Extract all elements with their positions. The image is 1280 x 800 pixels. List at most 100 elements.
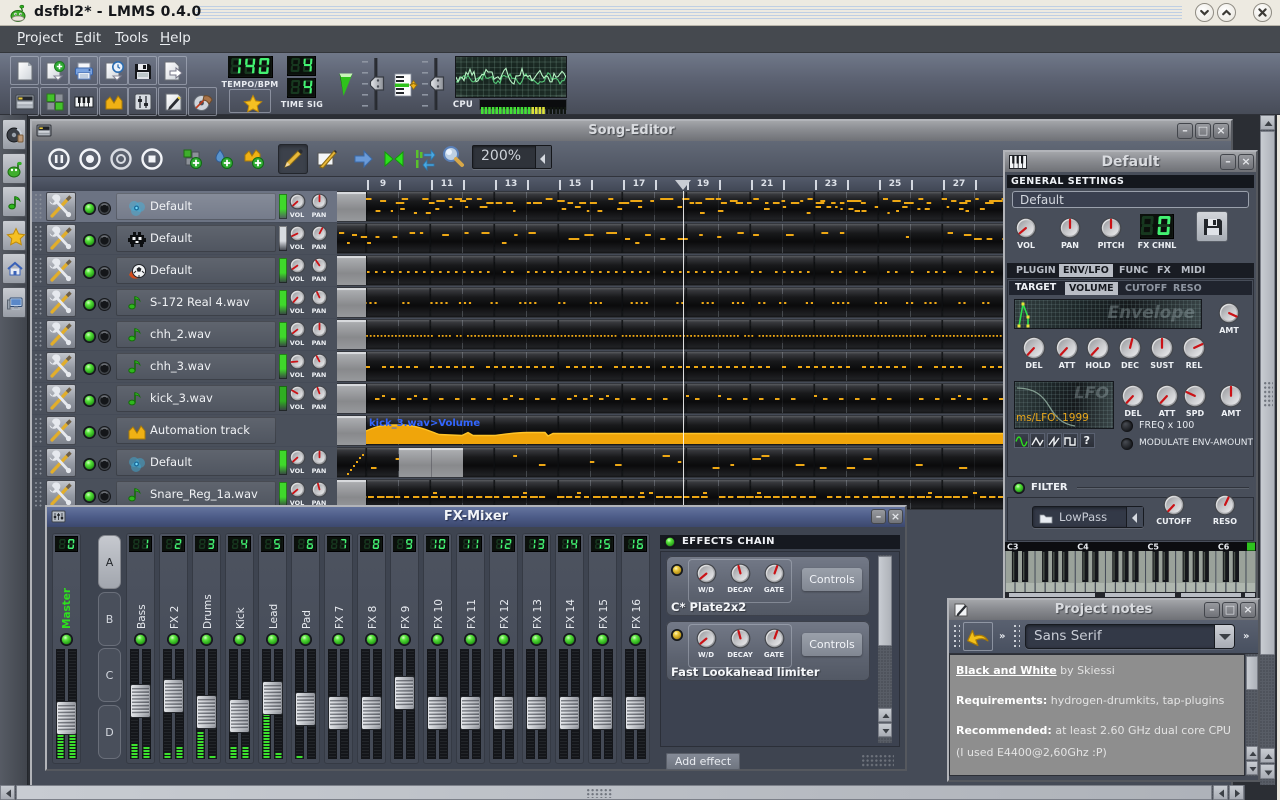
effect-enable-led[interactable]	[671, 564, 683, 576]
record-button[interactable]	[75, 144, 105, 174]
workspace-vscrollbar[interactable]	[1260, 115, 1275, 785]
mixer-bank-b[interactable]: B	[98, 591, 121, 646]
se-minimize-button[interactable]: –	[1177, 123, 1193, 139]
filter-led[interactable]	[1013, 482, 1025, 494]
envelope-graph[interactable]: Envelope	[1014, 299, 1202, 329]
lfo-shape-custom-button[interactable]: ?	[1079, 433, 1095, 448]
effect-slot[interactable]: W/D DECAY GATE Controls C* Plate2x2	[666, 556, 870, 616]
menu-project[interactable]: Project	[17, 30, 63, 46]
channel-led[interactable]	[200, 633, 213, 646]
edit-mode-button[interactable]	[312, 144, 342, 174]
play-button[interactable]	[44, 144, 74, 174]
toolbar-handle[interactable]	[953, 624, 960, 650]
filter-cutoff-knob[interactable]	[1163, 494, 1185, 516]
automation-editor-toggle-button[interactable]	[98, 87, 128, 116]
effect-controls-button[interactable]: Controls	[802, 633, 862, 656]
sidebar-instrument-plugins-button[interactable]	[2, 119, 26, 150]
track-mute-led[interactable]	[83, 296, 96, 315]
song-editor-toggle-button[interactable]	[10, 87, 39, 116]
mixer-channel-11[interactable]: FX 11	[456, 533, 485, 764]
track-name-box[interactable]: Default	[116, 193, 276, 220]
target-reso[interactable]: RESO	[1169, 282, 1206, 295]
track-grip[interactable]	[34, 385, 43, 412]
lfo-shape-triangle-button[interactable]	[1030, 433, 1046, 448]
track-name-box[interactable]: chh_3.wav	[116, 353, 276, 380]
track-solo-knob[interactable]	[98, 456, 111, 475]
track-solo-knob[interactable]	[98, 232, 111, 251]
add-sample-track-button[interactable]	[209, 144, 239, 174]
jump-playhead-button[interactable]	[348, 144, 378, 174]
project-notes-toggle-button[interactable]	[158, 87, 187, 116]
tab-fx[interactable]: FX	[1153, 264, 1175, 277]
track-grip[interactable]	[34, 481, 43, 508]
track-solo-knob[interactable]	[98, 424, 111, 443]
hscroll-left-button[interactable]	[0, 785, 15, 800]
channel-fader[interactable]	[163, 678, 184, 713]
track-solo-knob[interactable]	[98, 200, 111, 219]
mixer-channel-15[interactable]: FX 15	[588, 533, 617, 764]
track-actions-button[interactable]	[46, 256, 76, 285]
lfo-spd-knob[interactable]	[1183, 384, 1207, 408]
channel-led[interactable]	[233, 633, 246, 646]
channel-fader[interactable]	[262, 680, 283, 715]
track-io-button[interactable]	[410, 144, 440, 174]
channel-led[interactable]	[332, 633, 345, 646]
oscilloscope[interactable]	[455, 56, 567, 98]
track-actions-button[interactable]	[46, 320, 76, 349]
add-bb-track-button[interactable]	[178, 144, 208, 174]
channel-led[interactable]	[134, 633, 147, 646]
track-mute-led[interactable]	[83, 232, 96, 251]
mixer-channel-4[interactable]: Kick	[225, 533, 254, 764]
recently-opened-button[interactable]	[98, 56, 128, 85]
channel-led[interactable]	[60, 633, 73, 646]
track-grip[interactable]	[34, 225, 43, 252]
lfo-att-knob[interactable]	[1155, 384, 1179, 408]
mixer-channel-8[interactable]: FX 8	[357, 533, 386, 764]
channel-fader[interactable]	[427, 695, 448, 730]
track-mute-led[interactable]	[83, 200, 96, 219]
record-play-button[interactable]	[106, 144, 136, 174]
new-project-button[interactable]	[10, 56, 39, 85]
hscroll-right-button[interactable]	[1229, 785, 1244, 800]
mx-close-button[interactable]: ×	[888, 509, 903, 524]
font-combo-arrow[interactable]	[1214, 625, 1234, 648]
fx-scroll-up[interactable]	[878, 708, 892, 722]
song-editor-titlebar[interactable]: Song-Editor – □ ×	[32, 121, 1231, 141]
track-solo-knob[interactable]	[98, 392, 111, 411]
stop-button[interactable]	[137, 144, 167, 174]
lfo-shape-sine-button[interactable]	[1014, 433, 1029, 448]
notes-vscroll-thumb[interactable]	[1246, 656, 1258, 690]
vscroll-up2-button[interactable]	[1260, 748, 1275, 763]
track-mute-led[interactable]	[83, 456, 96, 475]
channel-fader[interactable]	[493, 695, 514, 730]
bb-editor-toggle-button[interactable]	[39, 87, 69, 116]
channel-fader[interactable]	[625, 695, 646, 730]
mixer-channel-7[interactable]: FX 7	[324, 533, 353, 764]
mixer-bank-a[interactable]: A	[98, 535, 121, 589]
lfo-shape-square-button[interactable]	[1063, 433, 1079, 448]
maximize-button[interactable]	[1217, 3, 1236, 22]
track-actions-button[interactable]	[46, 224, 76, 253]
track-name-box[interactable]: Default	[116, 449, 276, 476]
vscroll-thumb[interactable]	[1260, 131, 1275, 655]
track-name-box[interactable]: chh_2.wav	[116, 321, 276, 348]
mixer-channel-5[interactable]: Lead	[258, 533, 287, 764]
fx-scroll-thumb[interactable]	[878, 556, 892, 646]
menu-edit[interactable]: Edit	[75, 30, 101, 46]
channel-led[interactable]	[563, 633, 576, 646]
track-grip[interactable]	[34, 289, 43, 316]
track-name-box[interactable]: Automation track	[116, 417, 276, 444]
toolbar-overflow-2[interactable]: »	[1243, 631, 1249, 642]
mixer-channel-6[interactable]: Pad	[291, 533, 320, 764]
channel-led[interactable]	[464, 633, 477, 646]
mixer-channel-3[interactable]: Drums	[192, 533, 221, 764]
zoom-combo-arrow[interactable]	[535, 146, 551, 168]
lfo-amt-knob[interactable]	[1219, 384, 1243, 408]
target-volume[interactable]: VOLUME	[1065, 282, 1118, 295]
master-pitch-slider[interactable]	[422, 57, 448, 111]
vscroll-down-button[interactable]	[1260, 764, 1275, 779]
track-grip[interactable]	[34, 321, 43, 348]
mixer-channel-12[interactable]: FX 12	[489, 533, 518, 764]
add-effect-button[interactable]: Add effect	[666, 753, 740, 770]
channel-fader[interactable]	[130, 684, 151, 719]
